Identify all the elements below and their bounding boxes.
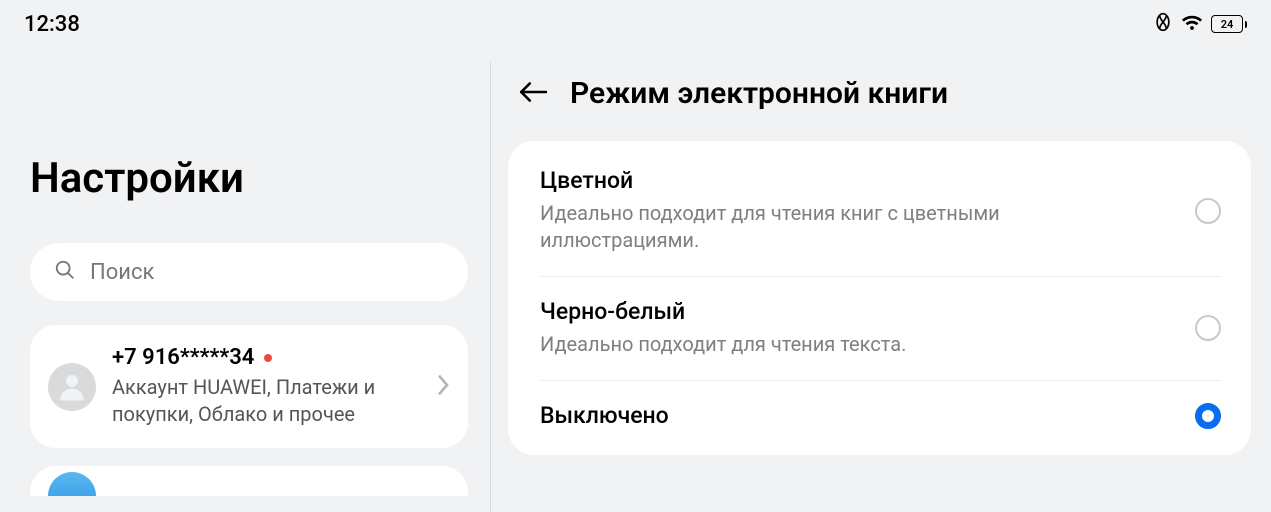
option-subtitle: Идеально подходит для чтения текста. xyxy=(540,331,1100,358)
page-header: Режим электронной книги xyxy=(490,48,1251,141)
option-color[interactable]: Цветной Идеально подходит для чтения кни… xyxy=(508,145,1251,276)
radio-icon[interactable] xyxy=(1195,315,1221,341)
option-bw[interactable]: Черно-белый Идеально подходит для чтения… xyxy=(508,276,1251,380)
detail-panel: Режим электронной книги Цветной Идеально… xyxy=(490,48,1271,512)
app-icon xyxy=(48,472,96,496)
notification-dot-icon xyxy=(264,354,272,362)
status-icons: 24 xyxy=(1153,12,1247,36)
settings-sidebar: Настройки Поиск +7 916*****34 Аккаунт HU… xyxy=(0,48,490,512)
list-item[interactable] xyxy=(30,466,468,496)
options-card: Цветной Идеально подходит для чтения кни… xyxy=(508,141,1251,455)
battery-icon: 24 xyxy=(1211,15,1247,33)
wifi-icon xyxy=(1181,12,1203,36)
option-title: Черно-белый xyxy=(540,298,1195,325)
option-title: Цветной xyxy=(540,167,1195,194)
search-placeholder: Поиск xyxy=(90,260,154,285)
page-title: Режим электронной книги xyxy=(570,76,948,111)
account-subtitle: Аккаунт HUAWEI, Платежи и покупки, Облак… xyxy=(112,374,420,428)
search-input[interactable]: Поиск xyxy=(30,243,468,301)
option-title: Выключено xyxy=(540,402,1195,429)
back-button[interactable] xyxy=(518,79,548,109)
account-card[interactable]: +7 916*****34 Аккаунт HUAWEI, Платежи и … xyxy=(30,325,468,448)
status-time: 12:38 xyxy=(24,12,80,37)
radio-icon[interactable] xyxy=(1195,403,1221,429)
option-off[interactable]: Выключено xyxy=(508,380,1251,451)
nfc-icon xyxy=(1153,12,1173,36)
option-subtitle: Идеально подходит для чтения книг с цвет… xyxy=(540,200,1100,254)
search-icon xyxy=(54,259,76,285)
settings-title: Настройки xyxy=(30,154,468,203)
radio-icon[interactable] xyxy=(1195,198,1221,224)
account-phone: +7 916*****34 xyxy=(112,345,254,370)
status-bar: 12:38 24 xyxy=(0,0,1271,48)
avatar xyxy=(48,363,96,411)
battery-level: 24 xyxy=(1221,18,1234,31)
chevron-right-icon xyxy=(436,373,450,401)
